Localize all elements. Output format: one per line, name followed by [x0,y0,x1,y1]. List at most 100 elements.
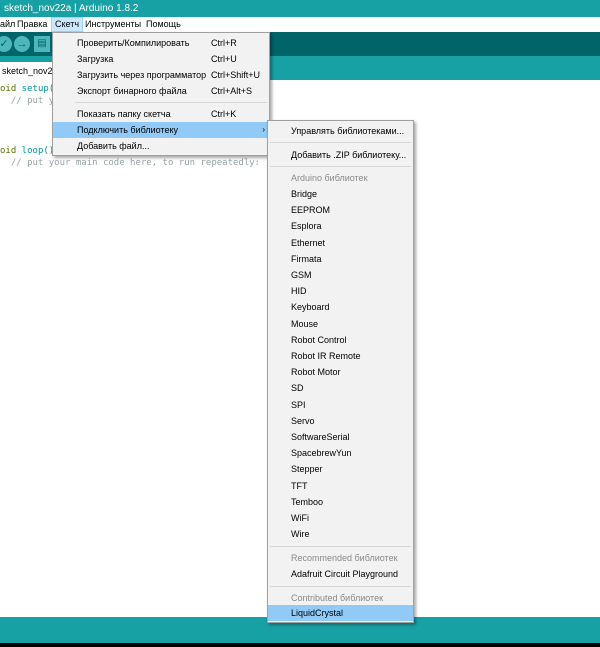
console-area [0,643,600,647]
library-item[interactable]: Temboo [268,494,413,510]
library-label: Wire [291,529,310,540]
library-item[interactable]: EEPROM [268,202,413,218]
menu-item-label: Показать папку скетча [77,109,171,119]
menu-separator [270,586,411,587]
library-item[interactable]: SoftwareSerial [268,429,413,445]
code-line-comment: // put yo [0,96,60,106]
library-label: LiquidCrystal [291,608,344,618]
library-label: Bridge [291,189,318,199]
menu-item-export-binary[interactable]: Экспорт бинарного файла Ctrl+Alt+S [53,83,269,99]
library-label: GSM [291,270,312,280]
menu-item-show-folder[interactable]: Показать папку скетча Ctrl+K [53,106,269,122]
library-label: Robot IR Remote [291,351,361,361]
library-label: HID [291,286,307,297]
section-header-label: Recommended библиотек [291,553,398,563]
library-item[interactable]: Ethernet [268,235,413,251]
library-label: Servo [291,415,315,426]
menu-item-label: Подключить библиотеку [77,125,178,135]
menu-tools[interactable]: Инструменты [85,17,141,32]
library-label: SD [291,383,304,394]
menu-item-add-file[interactable]: Добавить файл... [53,138,269,154]
menu-item-include-library[interactable]: Подключить библиотеку › [53,122,269,138]
function-name: loop() [16,146,55,156]
menu-item-upload-programmer[interactable]: Загрузить через программатор Ctrl+Shift+… [53,67,269,83]
menu-item-label: Экспорт бинарного файла [77,86,187,96]
menu-item-manage-libraries[interactable]: Управлять библиотеками... [268,123,413,139]
section-header-contributed: Contributed библиотек [268,590,413,606]
library-item[interactable]: Firmata [268,251,413,267]
library-label: EEPROM [291,205,331,216]
chevron-right-icon: › [262,125,265,134]
menu-item-shortcut: Ctrl+Alt+S [211,86,253,96]
library-item[interactable]: SD [268,380,413,396]
sketch-tab[interactable]: sketch_nov2 [0,62,59,80]
library-label: SoftwareSerial [291,432,350,442]
menu-item-shortcut: Ctrl+R [211,38,237,48]
new-sketch-button[interactable]: ▤ [34,36,50,52]
menu-item-upload[interactable]: Загрузка Ctrl+U [53,51,269,67]
title-bar: sketch_nov22a | Arduino 1.8.2 [0,0,600,17]
menu-bar: айл Правка Скетч Инструменты Помощь [0,17,600,33]
library-label: Ethernet [291,237,326,248]
keyword: oid [0,84,17,94]
menu-item-shortcut: Ctrl+Shift+U [211,70,261,80]
library-item[interactable]: Robot Motor [268,364,413,380]
code-line-setup: oid setup( [0,84,54,94]
library-item[interactable]: TFT [268,478,413,494]
sketch-menu: Проверить/Компилировать Ctrl+R Загрузка … [52,32,270,156]
library-item[interactable]: HID [268,283,413,299]
menu-sketch[interactable]: Скетч [51,17,84,32]
section-header-recommended: Recommended библиотек [268,550,413,566]
library-item[interactable]: Adafruit Circuit Playground [268,566,413,582]
menu-separator [270,546,411,547]
section-header-arduino: Arduino библиотек [268,170,413,186]
library-item[interactable]: Esplora [268,218,413,234]
library-item[interactable]: Keyboard [268,299,413,315]
library-item[interactable]: Robot IR Remote [268,348,413,364]
menu-item-add-zip[interactable]: Добавить .ZIP библиотеку... [268,147,413,163]
menu-item-label: Добавить .ZIP библиотеку... [291,150,407,160]
menu-item-verify[interactable]: Проверить/Компилировать Ctrl+R [53,35,269,51]
library-item[interactable]: Mouse [268,316,413,332]
upload-button[interactable]: → [14,36,30,52]
menu-item-label: Загрузить через программатор [77,70,207,80]
library-label: WiFi [291,513,309,523]
library-item[interactable]: Stepper [268,461,413,477]
window-title: sketch_nov22a | Arduino 1.8.2 [4,3,139,14]
library-label: Temboo [291,496,324,507]
function-name: setup( [16,84,55,94]
menu-file[interactable]: айл [0,17,15,32]
menu-item-shortcut: Ctrl+K [211,109,237,119]
library-label: Mouse [291,318,319,329]
library-label: Firmata [291,253,322,264]
menu-separator [270,142,411,143]
library-item[interactable]: Bridge [268,186,413,202]
library-item[interactable]: SPI [268,397,413,413]
library-label: Adafruit Circuit Playground [291,569,399,579]
library-item[interactable]: Robot Control [268,332,413,348]
library-item[interactable]: SpacebrewYun [268,445,413,461]
library-item[interactable]: LiquidCrystal [268,605,413,621]
library-label: Robot Motor [291,367,341,378]
library-label: SpacebrewYun [291,448,352,459]
menu-separator [270,166,411,167]
library-label: Stepper [291,464,323,475]
library-item[interactable]: Servo [268,413,413,429]
menu-item-label: Проверить/Компилировать [77,38,190,48]
library-label: Robot Control [291,334,347,345]
menu-edit[interactable]: Правка [17,17,47,32]
menu-item-label: Добавить файл... [77,141,150,151]
menu-help[interactable]: Помощь [146,17,181,32]
keyword: oid [0,146,17,156]
library-item[interactable]: Wire [268,526,413,542]
library-submenu: Управлять библиотеками... Добавить .ZIP … [267,120,414,623]
menu-item-label: Загрузка [77,54,114,64]
library-label: SPI [291,399,306,410]
code-line-loop: oid loop() [0,146,54,156]
verify-button[interactable]: ✓ [0,36,12,52]
library-label: Keyboard [291,302,330,313]
menu-item-shortcut: Ctrl+U [211,54,237,64]
library-item[interactable]: GSM [268,267,413,283]
library-item[interactable]: WiFi [268,510,413,526]
section-header-label: Arduino библиотек [291,173,368,183]
